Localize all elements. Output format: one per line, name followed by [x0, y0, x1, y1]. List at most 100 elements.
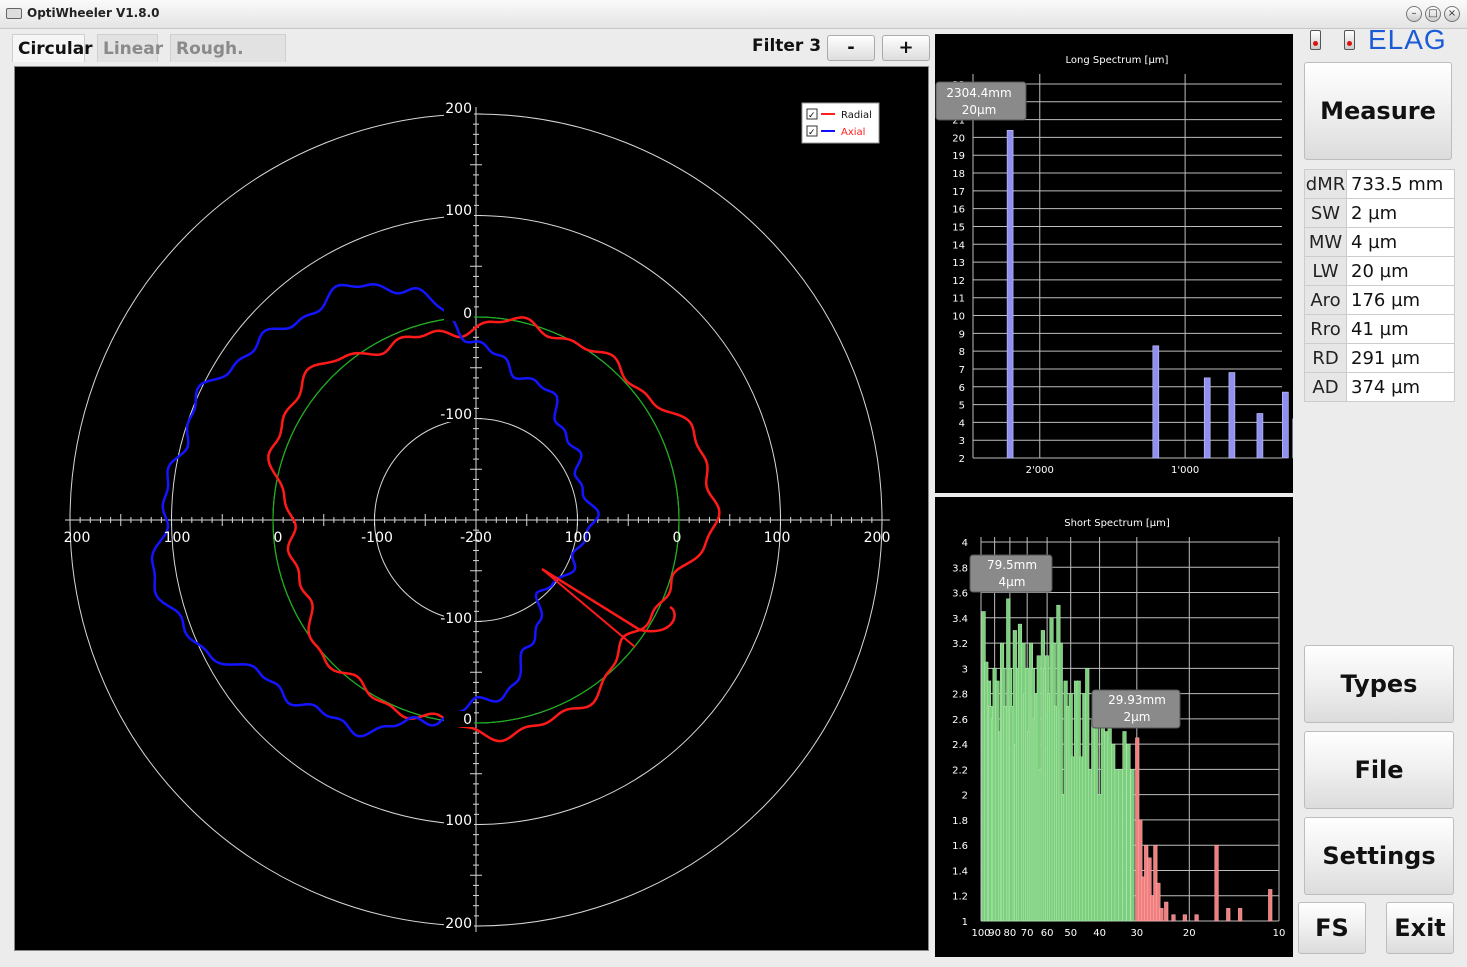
long-y-tick: 8 — [959, 347, 965, 358]
short-x-tick: 50 — [1064, 928, 1077, 939]
fs-button[interactable]: FS — [1298, 902, 1366, 954]
long-spectrum-bar — [1228, 372, 1236, 459]
tab-linear[interactable]: Linear — [97, 34, 163, 62]
short-spectrum-bar — [1238, 908, 1243, 922]
minimize-icon[interactable]: – — [1406, 6, 1422, 22]
filter-minus-button[interactable]: - — [827, 35, 875, 61]
param-key: dMR — [1304, 169, 1347, 199]
short-spectrum-bar — [1104, 731, 1109, 922]
polar-v-label: -100 — [440, 611, 472, 627]
filter-plus-button[interactable]: + — [882, 35, 930, 61]
settings-button[interactable]: Settings — [1304, 817, 1454, 895]
long-spectrum-chart[interactable]: Long Spectrum [µm] 2 3 4 5 6 7 8 9 10 11 12 13 14 15 1… — [935, 34, 1415, 493]
long-spectrum-bar — [1256, 413, 1264, 459]
polar-v-label: 100 — [445, 203, 472, 219]
short-y-tick: 1.2 — [952, 892, 968, 903]
check-icon: ✓ — [808, 111, 816, 121]
tab-rough-level[interactable]: Rough. Level — [170, 34, 286, 87]
short-spectrum-bar — [1268, 889, 1273, 922]
polar-h-label: 100 — [764, 530, 791, 546]
param-row: dMR 733.5 mm — [1304, 169, 1455, 199]
short-x-tick: 80 — [1004, 928, 1017, 939]
long-spectrum-bar — [1282, 391, 1289, 459]
long-y-tick: 7 — [959, 365, 965, 376]
short-spectrum-title: Short Spectrum [µm] — [1064, 518, 1170, 529]
short-spectrum-bar — [1226, 908, 1231, 922]
param-row: Rro 41 µm — [1304, 314, 1455, 344]
param-row: RD 291 µm — [1304, 343, 1455, 373]
param-value: 374 µm — [1346, 372, 1455, 402]
radial-spike — [541, 567, 676, 633]
param-key: AD — [1304, 372, 1347, 402]
param-row: MW 4 µm — [1304, 227, 1455, 257]
param-value: 2 µm — [1346, 198, 1455, 228]
check-icon: ✓ — [808, 128, 816, 138]
elag-logo: ELAG — [1368, 24, 1447, 55]
short-x-tick: 40 — [1093, 928, 1106, 939]
short-spectrum-tooltip-2: 29.93mm 2µm — [1091, 689, 1181, 729]
short-spectrum-plot: Short Spectrum [µm] 1 1.2 1.4 1.6 1.8 2 2.2 2.4… — [952, 518, 1285, 939]
exit-button[interactable]: Exit — [1386, 902, 1454, 954]
polar-h-label: 200 — [864, 530, 891, 546]
long-y-tick: 3 — [959, 436, 965, 447]
polar-grid — [65, 107, 890, 932]
long-y-tick: 13 — [952, 258, 965, 269]
types-button[interactable]: Types — [1304, 645, 1454, 723]
short-spectrum-tooltip-1: 79.5mm 4µm — [969, 554, 1053, 593]
close-icon[interactable]: × — [1444, 6, 1460, 22]
polar-v-label: 200 — [445, 101, 472, 117]
short-spectrum-bar — [1107, 718, 1112, 922]
short-y-tick: 4 — [962, 538, 968, 549]
short-spectrum-bar — [1194, 914, 1199, 922]
short-y-tick: 1.4 — [952, 866, 968, 877]
param-value: 20 µm — [1346, 256, 1455, 286]
tooltip-line1: 29.93mm — [1108, 693, 1166, 707]
polar-chart[interactable]: 200 100 0 -100 -200 100 0 100 200 200 100 0 -100 -100… — [14, 66, 929, 951]
long-y-tick: 4 — [959, 418, 965, 429]
tab-circular[interactable]: Circular — [12, 34, 93, 62]
polar-v-label: -100 — [440, 407, 472, 423]
filter-label: Filter 3 — [752, 36, 822, 56]
window-title: OptiWheeler V1.8.0 — [27, 6, 160, 20]
long-y-tick: 9 — [959, 329, 965, 340]
short-y-tick: 2.8 — [952, 690, 968, 701]
radial-curve — [267, 316, 721, 743]
short-spectrum-bar — [1159, 908, 1164, 922]
long-y-tick: 12 — [952, 276, 965, 287]
short-y-tick: 2.6 — [952, 715, 968, 726]
file-button[interactable]: File — [1304, 731, 1454, 809]
maximize-icon[interactable]: □ — [1425, 6, 1441, 22]
legend-radial-label: Radial — [841, 110, 872, 121]
polar-v-label: 0 — [463, 712, 472, 728]
measure-button[interactable]: Measure — [1304, 62, 1452, 160]
param-row: AD 374 µm — [1304, 372, 1455, 402]
short-spectrum-chart[interactable]: Short Spectrum [µm] 1 1.2 1.4 1.6 1.8 2 2.2 2.4… — [935, 497, 1293, 957]
short-spectrum-bar — [1100, 718, 1105, 922]
long-spectrum-title: Long Spectrum [µm] — [1066, 55, 1169, 66]
param-key: SW — [1304, 198, 1347, 228]
param-key: MW — [1304, 227, 1347, 257]
param-key: Rro — [1304, 314, 1347, 344]
long-y-tick: 15 — [952, 222, 965, 233]
tooltip-line2: 2µm — [1124, 710, 1151, 724]
short-y-tick: 2 — [962, 791, 968, 802]
polar-h-label: 0 — [274, 530, 283, 546]
long-y-tick: 6 — [959, 383, 965, 394]
short-y-tick: 1.8 — [952, 816, 968, 827]
legend-axial-label: Axial — [841, 127, 865, 138]
short-spectrum-bar — [1164, 901, 1169, 922]
short-spectrum-bar — [1114, 769, 1119, 922]
param-key: RD — [1304, 343, 1347, 373]
param-value: 176 µm — [1346, 285, 1455, 315]
param-key: Aro — [1304, 285, 1347, 315]
long-y-tick: 11 — [952, 294, 965, 305]
short-y-tick: 3.6 — [952, 589, 968, 600]
param-value: 41 µm — [1346, 314, 1455, 344]
app-icon — [6, 8, 22, 19]
param-row: LW 20 µm — [1304, 256, 1455, 286]
short-x-tick: 20 — [1183, 928, 1196, 939]
battery-icon — [1310, 30, 1321, 50]
short-y-tick: 1 — [962, 917, 968, 928]
polar-v-label: 200 — [445, 916, 472, 932]
long-y-tick: 19 — [952, 151, 965, 162]
